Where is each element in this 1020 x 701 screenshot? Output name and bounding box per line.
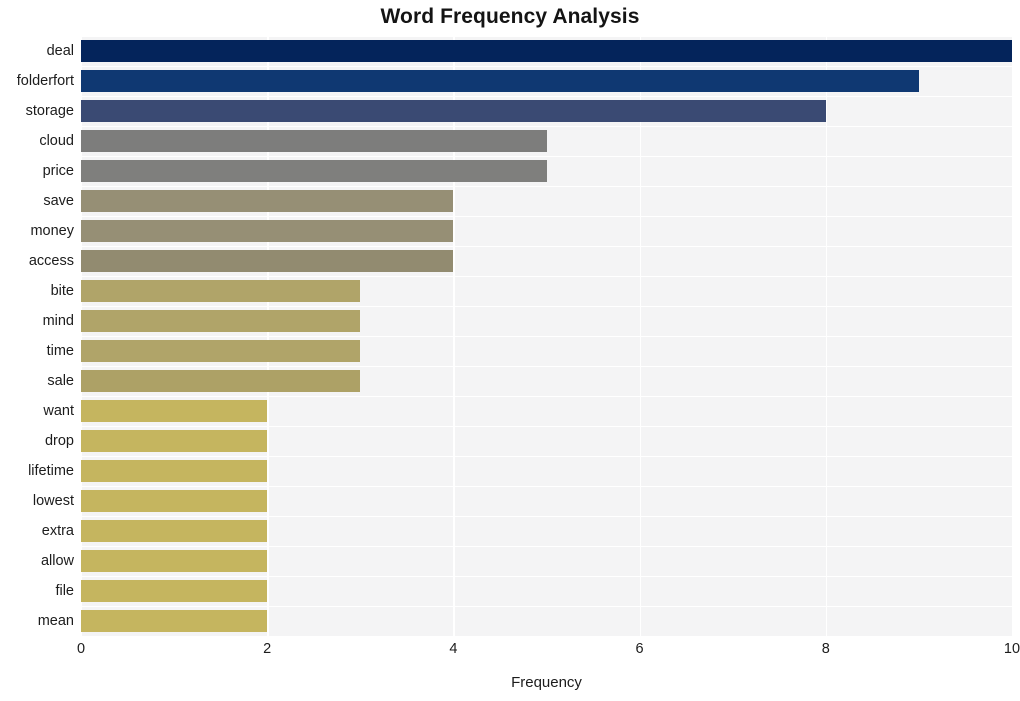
y-tick-label: mean <box>37 613 74 629</box>
bar <box>81 280 361 302</box>
bar <box>81 580 268 602</box>
bar <box>81 250 454 272</box>
gridline-horizontal <box>81 336 1012 338</box>
y-tick-label: deal <box>46 43 74 59</box>
y-tick-label: allow <box>40 553 74 569</box>
y-tick-label: time <box>46 343 74 359</box>
x-axis-label: Frequency <box>511 674 582 691</box>
gridline-horizontal <box>81 126 1012 128</box>
bar <box>81 490 268 512</box>
bar <box>81 160 547 182</box>
y-tick-label: drop <box>44 433 74 449</box>
gridline-horizontal <box>81 426 1012 428</box>
y-tick-label: save <box>43 193 74 209</box>
x-tick-label: 6 <box>635 641 644 657</box>
bar <box>81 460 268 482</box>
bar <box>81 370 361 392</box>
bar <box>81 100 826 122</box>
y-tick-label: lifetime <box>28 463 74 479</box>
gridline-horizontal <box>81 66 1012 68</box>
y-tick-label: storage <box>25 103 74 119</box>
bar <box>81 520 268 542</box>
bar <box>81 430 268 452</box>
plot-area <box>81 36 1012 636</box>
x-tick-label: 0 <box>76 641 86 657</box>
y-tick-label: sale <box>47 373 74 389</box>
y-tick-label: file <box>55 583 74 599</box>
gridline-horizontal <box>81 516 1012 518</box>
y-tick-label: folderfort <box>16 73 74 89</box>
gridline-horizontal <box>81 546 1012 548</box>
y-tick-label: extra <box>41 523 74 539</box>
bar <box>81 550 268 572</box>
x-axis-tick-labels: 0 2 4 6 8 10 <box>77 641 1020 665</box>
y-axis-tick-labels: deal folderfort storage cloud price save money… <box>0 36 74 636</box>
bar <box>81 610 268 632</box>
y-tick-label: want <box>43 403 74 419</box>
gridline-horizontal <box>81 246 1012 248</box>
gridline-horizontal <box>81 306 1012 308</box>
gridline-horizontal <box>81 576 1012 578</box>
y-tick-label: mind <box>42 313 74 329</box>
gridline-horizontal <box>81 456 1012 458</box>
x-tick-label: 4 <box>449 641 458 657</box>
y-tick-label: lowest <box>32 493 74 509</box>
x-tick-label: 8 <box>821 641 830 657</box>
y-tick-label: price <box>42 163 74 179</box>
gridline-horizontal <box>81 216 1012 218</box>
y-tick-label: money <box>30 223 74 239</box>
y-tick-label: cloud <box>39 133 74 149</box>
gridline-horizontal <box>81 156 1012 158</box>
bar <box>81 340 361 362</box>
bar <box>81 310 361 332</box>
bar <box>81 40 1012 62</box>
bar <box>81 400 268 422</box>
gridline-horizontal <box>81 606 1012 608</box>
y-tick-label: access <box>28 253 74 269</box>
gridline-horizontal <box>81 186 1012 188</box>
x-tick-label: 2 <box>263 641 272 657</box>
bar <box>81 190 454 212</box>
gridline-horizontal <box>81 486 1012 488</box>
gridline-horizontal <box>81 276 1012 278</box>
chart-figure: Word Frequency Analysis deal folderfort st… <box>0 0 1020 701</box>
bar <box>81 70 919 92</box>
chart-title: Word Frequency Analysis <box>380 5 640 28</box>
gridline-horizontal <box>81 396 1012 398</box>
x-tick-label: 10 <box>1003 641 1020 657</box>
gridline-horizontal <box>81 366 1012 368</box>
y-tick-label: bite <box>50 283 74 299</box>
gridline-horizontal <box>81 36 1012 38</box>
gridline-horizontal <box>81 96 1012 98</box>
bar <box>81 220 454 242</box>
bar <box>81 130 547 152</box>
